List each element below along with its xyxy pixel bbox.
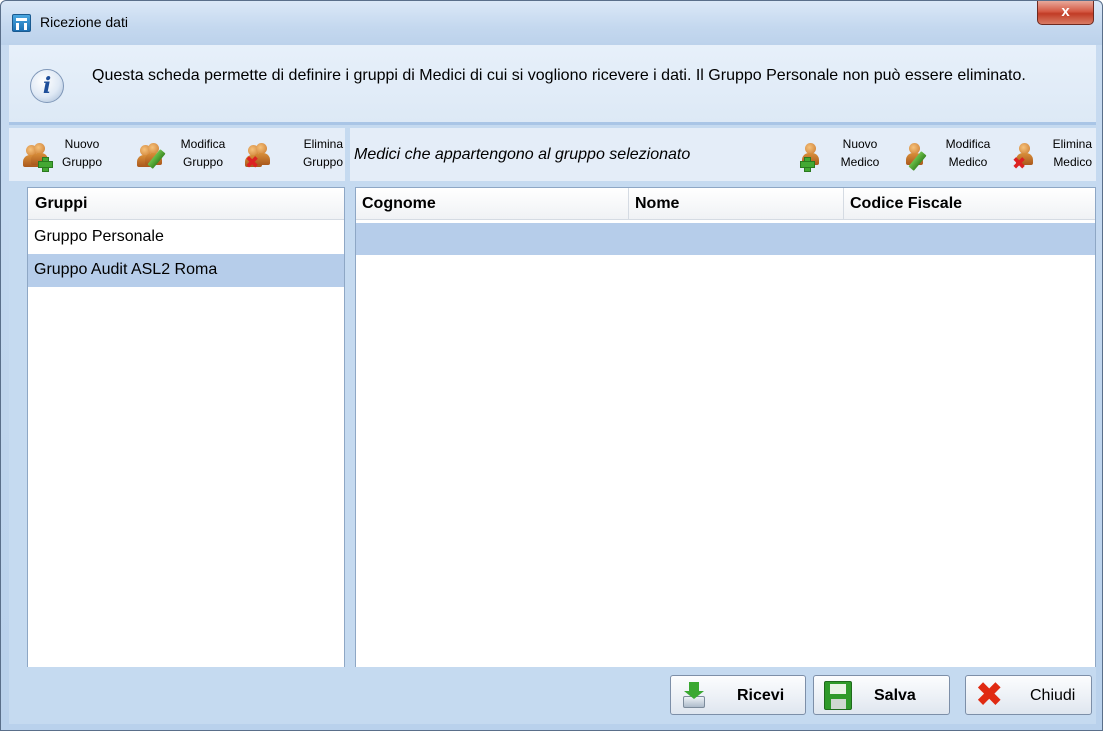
info-bar: i Questa scheda permette di definire i g…	[9, 45, 1096, 125]
edit-doctor-button[interactable]: Modifica Medico	[898, 133, 1002, 177]
group-edit-icon	[137, 143, 167, 171]
doctor-delete-icon: ✖	[1012, 141, 1038, 173]
close-window-button[interactable]: x	[1037, 1, 1094, 25]
edit-doctor-label-1: Modifica	[945, 137, 991, 151]
edit-group-label-2: Gruppo	[182, 155, 224, 169]
groups-list[interactable]: Gruppi Gruppo Personale Gruppo Audit ASL…	[27, 187, 345, 706]
close-button-label: Chiudi	[1030, 687, 1076, 704]
edit-doctor-label-2: Medico	[948, 155, 988, 169]
column-header-cognome[interactable]: Cognome	[356, 188, 629, 219]
floppy-disk-icon	[824, 681, 852, 710]
title-bar[interactable]: Ricezione dati x	[1, 1, 1102, 45]
dialog-client: i Questa scheda permette di definire i g…	[9, 45, 1096, 724]
doctors-toolbar: Medici che appartengono al gruppo selezi…	[350, 128, 1096, 181]
doctor-add-icon	[800, 141, 826, 172]
doctor-edit-icon	[904, 141, 930, 171]
new-doctor-label-1: Nuovo	[842, 137, 878, 151]
table-row[interactable]	[356, 223, 1095, 255]
save-button-label: Salva	[874, 687, 916, 704]
column-header-nome[interactable]: Nome	[629, 188, 844, 219]
edit-group-button[interactable]: Modifica Gruppo	[133, 133, 238, 177]
dialog-window: Ricezione dati x i Questa scheda permett…	[0, 0, 1103, 731]
info-icon: i	[30, 69, 64, 103]
delete-group-button[interactable]: ✖ Elimina Gruppo	[241, 133, 343, 177]
delete-doctor-label-2: Medico	[1053, 155, 1092, 169]
download-icon	[681, 682, 707, 710]
column-header-codice-fiscale[interactable]: Codice Fiscale	[844, 188, 1095, 219]
doctors-grid[interactable]: Cognome Nome Codice Fiscale	[355, 187, 1096, 706]
list-item-gruppo-audit[interactable]: Gruppo Audit ASL2 Roma	[28, 254, 344, 287]
info-text: Questa scheda permette di definire i gru…	[92, 67, 1026, 84]
list-item-label: Gruppo Audit ASL2 Roma	[34, 261, 218, 278]
list-item-gruppo-personale[interactable]: Gruppo Personale	[28, 221, 344, 254]
delete-doctor-label-1: Elimina	[1052, 137, 1092, 151]
save-button[interactable]: Salva	[813, 675, 950, 715]
new-group-button[interactable]: Nuovo Gruppo	[19, 133, 129, 177]
new-group-label-2: Gruppo	[61, 155, 103, 169]
delete-group-label-1: Elimina	[303, 137, 343, 151]
delete-group-label-2: Gruppo	[302, 155, 343, 169]
doctors-title: Medici che appartengono al gruppo selezi…	[354, 146, 691, 163]
receive-button[interactable]: Ricevi	[670, 675, 806, 715]
window-title: Ricezione dati	[40, 14, 128, 30]
close-button[interactable]: ✖ Chiudi	[965, 675, 1092, 715]
edit-group-label-1: Modifica	[180, 137, 226, 151]
new-doctor-label-2: Medico	[840, 155, 880, 169]
new-group-label-1: Nuovo	[64, 137, 100, 151]
receive-button-label: Ricevi	[737, 687, 785, 704]
grid-header: Cognome Nome Codice Fiscale	[356, 188, 1095, 220]
group-delete-icon: ✖	[245, 143, 275, 172]
app-icon	[12, 14, 31, 32]
delete-doctor-button[interactable]: ✖ Elimina Medico	[1006, 133, 1094, 177]
groups-list-header[interactable]: Gruppi	[28, 188, 344, 220]
new-doctor-button[interactable]: Nuovo Medico	[798, 133, 894, 177]
panel-splitter[interactable]	[345, 128, 350, 667]
list-item-label: Gruppo Personale	[34, 228, 164, 245]
groups-toolbar: Nuovo Gruppo Modifica Gruppo ✖ Elimina G…	[9, 128, 345, 181]
button-bar: Ricevi Salva ✖ Chiudi	[9, 667, 1096, 724]
red-x-icon: ✖	[975, 675, 1004, 715]
